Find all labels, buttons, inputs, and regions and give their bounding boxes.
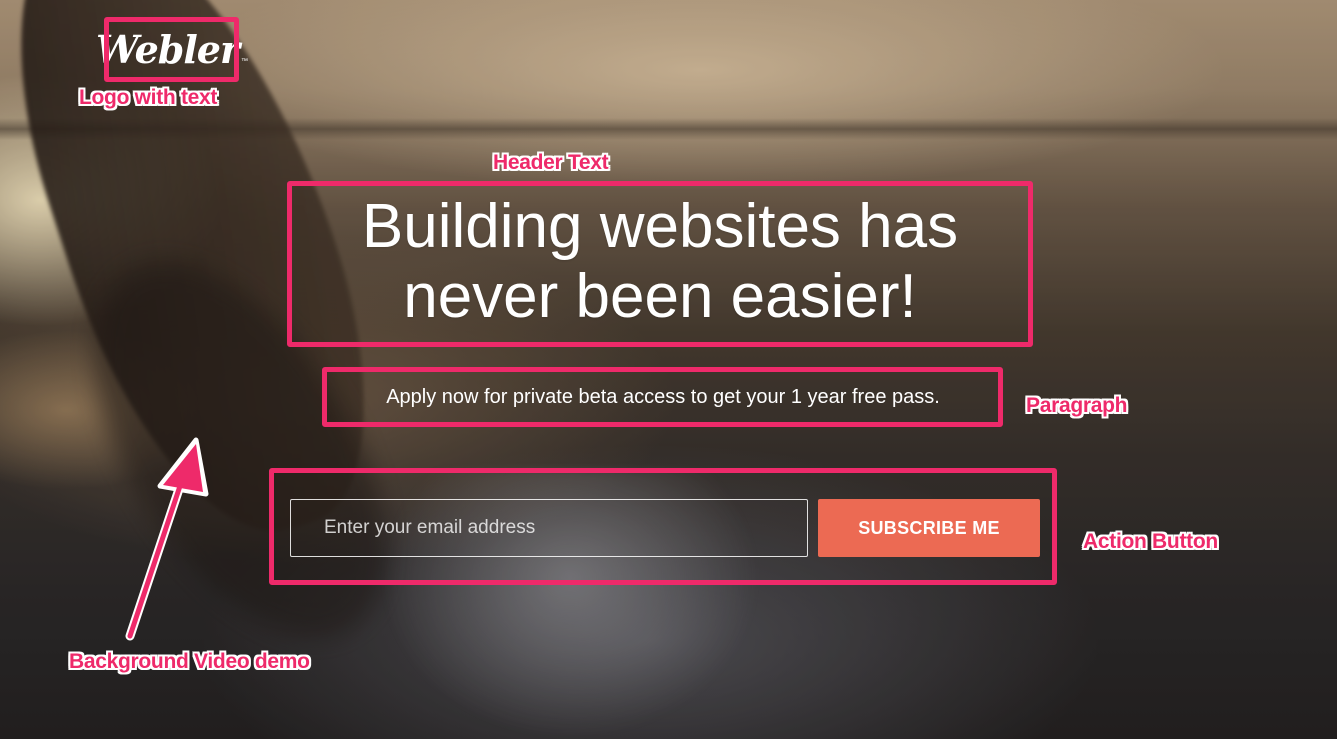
annotation-label-action: Action Button	[1083, 530, 1218, 553]
annotation-label-paragraph: Paragraph	[1026, 394, 1128, 417]
annotation-label-header: Header Text	[493, 151, 609, 174]
annotation-label-logo: Logo with text	[79, 86, 218, 109]
annotation-box-paragraph	[322, 367, 1003, 427]
annotation-box-logo	[104, 17, 239, 82]
annotation-box-action	[269, 468, 1057, 585]
annotation-label-background: Background Video demo	[69, 650, 310, 673]
logo-trademark: ™	[240, 58, 248, 65]
annotation-box-header	[287, 181, 1033, 347]
